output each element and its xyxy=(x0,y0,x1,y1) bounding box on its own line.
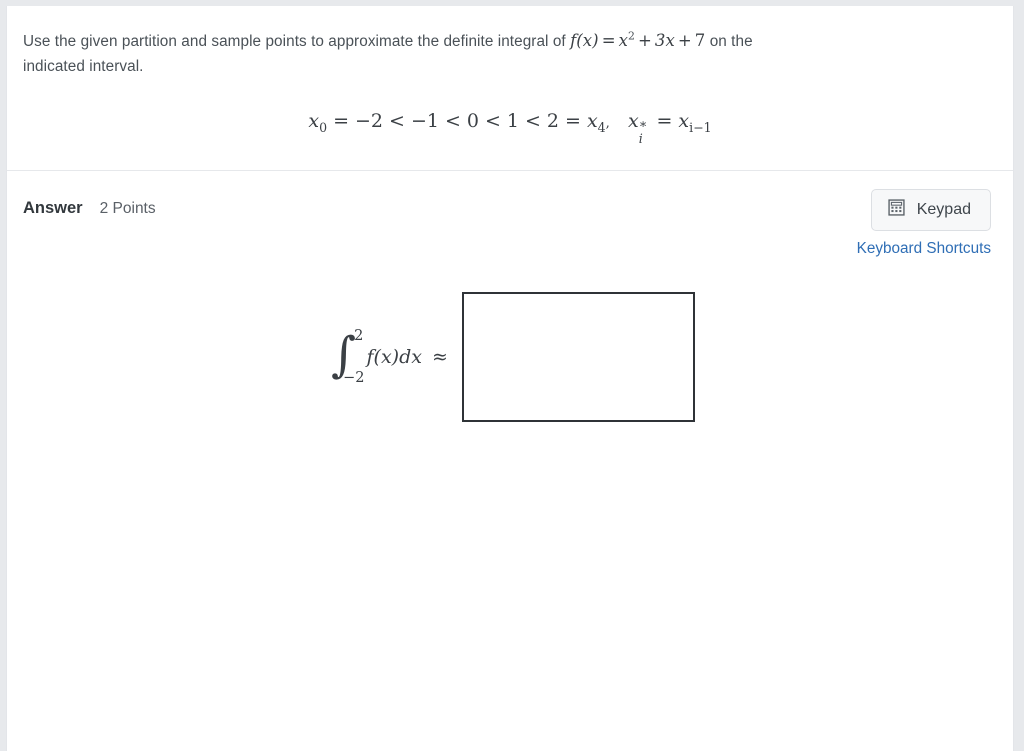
partition-x0-var: x xyxy=(308,109,320,132)
partition-comma: , xyxy=(605,115,610,131)
partition-value-1: −2 xyxy=(355,109,384,132)
answer-label: Answer xyxy=(23,199,83,217)
function-equals: = xyxy=(601,31,616,50)
sample-point-star: ∗ xyxy=(638,116,648,132)
partition-lt-1: < xyxy=(389,109,405,132)
plus-sign-1: + xyxy=(638,31,652,50)
question-card: Use the given partition and sample point… xyxy=(6,6,1014,751)
sample-rule-var: x xyxy=(678,109,690,132)
term-3x: 3x xyxy=(654,31,675,50)
prompt-text-part1: Use the given partition and sample point… xyxy=(23,33,566,50)
partition-x4-var: x xyxy=(586,109,598,132)
answer-entry-row: ∫ 2 −2 f(x)dx ≈ xyxy=(23,292,997,422)
sample-point-equals: = xyxy=(656,109,673,132)
prompt-text-part2: on the xyxy=(709,33,753,50)
partition-eq-1: = xyxy=(333,109,350,132)
page-root: Use the given partition and sample point… xyxy=(0,0,1024,751)
answer-header: Answer 2 Points Keypad Keyboard Shortcut… xyxy=(23,189,997,258)
integrand-expression: f(x)dx xyxy=(366,346,422,368)
function-definition-math: f(x) = x2 +3x +7 xyxy=(570,29,706,50)
integral-expression: ∫ 2 −2 f(x)dx ≈ xyxy=(331,326,448,388)
sample-point-var: x xyxy=(628,109,639,132)
integral-sign: ∫ xyxy=(331,327,357,383)
question-block: Use the given partition and sample point… xyxy=(7,6,1013,171)
term-constant-7: 7 xyxy=(694,31,706,50)
calculator-icon xyxy=(888,199,905,221)
integral-symbol-with-limits: ∫ 2 −2 xyxy=(331,326,364,388)
keypad-button[interactable]: Keypad xyxy=(870,189,991,231)
answer-header-left: Answer 2 Points xyxy=(23,189,156,218)
keypad-button-label: Keypad xyxy=(916,201,971,218)
partition-value-4: 1 xyxy=(506,109,519,132)
keyboard-shortcuts-link[interactable]: Keyboard Shortcuts xyxy=(857,240,991,258)
partition-value-5: 2 xyxy=(546,109,560,132)
partition-eq-2: = xyxy=(565,109,581,132)
answer-input[interactable] xyxy=(461,292,695,422)
prompt-text-line2: indicated interval. xyxy=(23,57,144,75)
term-x-exponent: 2 xyxy=(628,29,635,43)
plus-sign-2: + xyxy=(677,31,692,50)
partition-value-3: 0 xyxy=(466,109,479,132)
points-label: 2 Points xyxy=(99,200,156,217)
partition-lt-3: < xyxy=(484,109,501,132)
sample-point-index: i xyxy=(638,131,643,147)
partition-value-2: −1 xyxy=(410,109,439,132)
question-prompt: Use the given partition and sample point… xyxy=(23,28,953,80)
function-argument: (x) xyxy=(576,31,599,50)
partition-lt-2: < xyxy=(444,109,461,132)
answer-header-right: Keypad Keyboard Shortcuts xyxy=(857,189,997,258)
partition-x0-sub: 0 xyxy=(319,119,328,135)
answer-block: Answer 2 Points Keypad Keyboard Shortcut… xyxy=(7,171,1013,422)
partition-lt-4: < xyxy=(525,109,541,132)
approximately-equal-sign: ≈ xyxy=(431,346,448,368)
partition-x4-sub: 4 xyxy=(597,119,606,135)
term-x-base: x xyxy=(618,31,628,50)
sample-rule-sub: i−1 xyxy=(689,119,712,135)
partition-display-math: x0 = −2 < −1 <0 <1 <2 = x4, x ∗ i = xi−1 xyxy=(23,109,997,147)
